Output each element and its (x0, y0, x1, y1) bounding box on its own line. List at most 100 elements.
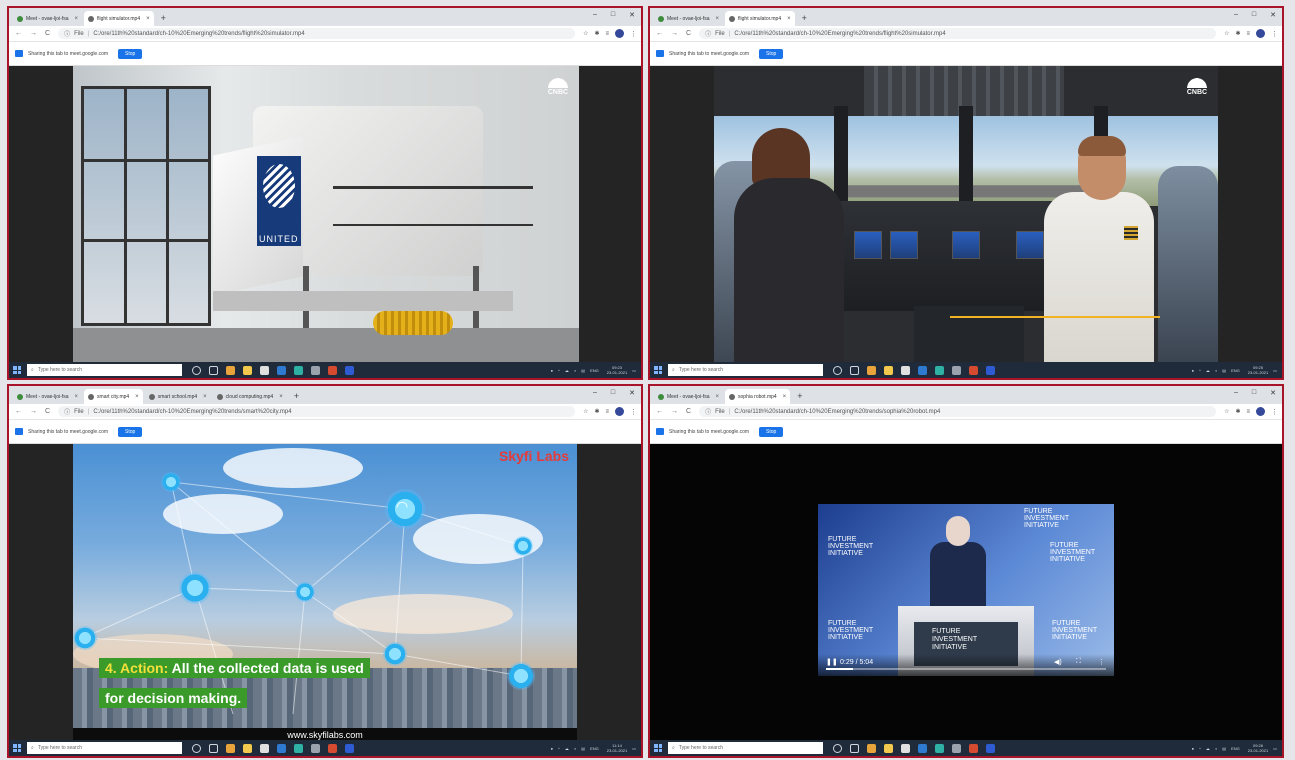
url-field[interactable]: ⓘ File | C:/ore/11th%20standard/ch-10%20Eme… (58, 406, 576, 417)
url-field[interactable]: ⓘ File | C:/ore/11th%20standard/ch-10%20Eme… (699, 406, 1217, 417)
taskbar-clock[interactable]: 09:23 23-01-2021 (607, 365, 627, 375)
store-icon[interactable] (901, 365, 910, 375)
file-explorer-icon[interactable] (884, 743, 893, 753)
file-explorer-icon[interactable] (884, 365, 893, 375)
chrome-icon[interactable] (226, 365, 235, 375)
mail-icon[interactable] (277, 743, 286, 753)
maximize-icon[interactable]: □ (611, 389, 615, 397)
mail-icon[interactable] (277, 365, 286, 375)
menu-kebab-icon[interactable]: ⋮ (1271, 30, 1278, 38)
minimize-icon[interactable]: – (593, 389, 597, 397)
forward-icon[interactable]: → (671, 408, 678, 415)
url-field[interactable]: ⓘ File | C:/ore/11th%20standard/ch-10%20Eme… (58, 28, 576, 39)
volume-icon[interactable]: ◖ (574, 746, 576, 751)
tab-flight-simulator[interactable]: flight simulator.mp4 × (84, 11, 154, 26)
close-icon[interactable]: × (146, 16, 150, 22)
video-frame-cockpit[interactable]: CNBC (714, 66, 1218, 364)
task-view-icon[interactable] (850, 365, 859, 375)
media-icon[interactable]: ≡ (1246, 409, 1250, 415)
window-close-icon[interactable]: ✕ (1270, 11, 1276, 19)
tab-meet[interactable]: Meet - ovae-ljoi-fsa × (654, 389, 723, 404)
cloud-icon[interactable]: ☁ (565, 368, 569, 373)
file-explorer-icon[interactable] (243, 365, 252, 375)
tab-smart-school[interactable]: smart school.mp4 × (145, 389, 211, 404)
chevron-up-icon[interactable]: ^ (558, 368, 560, 373)
reload-icon[interactable]: C (45, 408, 50, 415)
task-view-icon[interactable] (209, 365, 218, 375)
bookmark-star-icon[interactable]: ☆ (583, 30, 588, 37)
tab-flight-simulator[interactable]: flight simulator.mp4 × (725, 11, 795, 26)
new-tab-button[interactable]: + (289, 389, 304, 404)
reload-icon[interactable]: C (45, 30, 50, 37)
forward-icon[interactable]: → (30, 408, 37, 415)
mail-icon[interactable] (918, 743, 927, 753)
url-field[interactable]: ⓘ File | C:/ore/11th%20standard/ch-10%20Eme… (699, 28, 1217, 39)
close-icon[interactable]: × (135, 394, 139, 400)
avatar[interactable] (1256, 407, 1265, 416)
windows-start-icon[interactable] (654, 366, 662, 374)
edge-icon[interactable] (935, 365, 944, 375)
tab-sophia-robot[interactable]: sophia robot.mp4 × (725, 389, 791, 404)
people-icon[interactable]: ● (1192, 368, 1194, 373)
media-icon[interactable]: ≡ (605, 31, 609, 37)
minimize-icon[interactable]: – (593, 11, 597, 19)
new-tab-button[interactable]: + (156, 11, 171, 26)
menu-kebab-icon[interactable]: ⋮ (630, 30, 637, 38)
menu-kebab-icon[interactable]: ⋮ (1271, 408, 1278, 416)
edge-icon[interactable] (935, 743, 944, 753)
notifications-icon[interactable]: ▭ (632, 368, 636, 373)
extensions-icon[interactable]: ✱ (594, 30, 599, 37)
taskbar-search-input[interactable]: ⌕ Type here to search (668, 364, 823, 376)
avatar[interactable] (615, 29, 624, 38)
taskbar-search-input[interactable]: ⌕ Type here to search (668, 742, 823, 754)
store-icon[interactable] (901, 743, 910, 753)
tab-meet[interactable]: Meet - ovae-ljoi-fsa × (13, 11, 82, 26)
task-view-icon[interactable] (850, 743, 859, 753)
network-icon[interactable]: ▤ (1222, 746, 1226, 751)
media-icon[interactable]: ≡ (605, 409, 609, 415)
app-icon[interactable] (986, 365, 995, 375)
tab-cloud-computing[interactable]: cloud computing.mp4 × (213, 389, 287, 404)
task-view-icon[interactable] (209, 743, 218, 753)
more-options-icon[interactable]: ⋮ (1098, 658, 1105, 666)
lang-indicator[interactable]: ENG (1231, 368, 1240, 373)
back-icon[interactable]: ← (656, 408, 663, 415)
volume-icon[interactable]: ◖ (1215, 746, 1217, 751)
windows-start-icon[interactable] (654, 744, 662, 752)
cloud-icon[interactable]: ☁ (1206, 746, 1210, 751)
windows-start-icon[interactable] (13, 744, 21, 752)
store-icon[interactable] (260, 743, 269, 753)
video-player-sophia[interactable]: FUTURE INVESTMENT INITIATIVE FUTURE INVESTM… (818, 504, 1114, 676)
minimize-icon[interactable]: – (1234, 11, 1238, 19)
window-close-icon[interactable]: ✕ (629, 389, 635, 397)
app-icon[interactable] (328, 743, 337, 753)
video-area[interactable]: CNBC (650, 66, 1282, 364)
tab-meet[interactable]: Meet - ovae-ljoi-fsa × (13, 389, 82, 404)
cortana-icon[interactable] (192, 743, 201, 753)
network-icon[interactable]: ▤ (581, 368, 585, 373)
app-icon[interactable] (328, 365, 337, 375)
taskbar-clock[interactable]: 11:14 23-01-2021 (607, 743, 627, 753)
maximize-icon[interactable]: □ (1252, 389, 1256, 397)
notifications-icon[interactable]: ▭ (632, 746, 636, 751)
close-icon[interactable]: × (783, 394, 787, 400)
forward-icon[interactable]: → (671, 30, 678, 37)
lang-indicator[interactable]: ENG (1231, 746, 1240, 751)
back-icon[interactable]: ← (15, 408, 22, 415)
avatar[interactable] (615, 407, 624, 416)
fullscreen-icon[interactable]: ⛶ (1076, 658, 1081, 666)
people-icon[interactable]: ● (1192, 746, 1194, 751)
taskbar-search-input[interactable]: ⌕ Type here to search (27, 364, 182, 376)
cortana-icon[interactable] (833, 365, 842, 375)
people-icon[interactable]: ● (551, 746, 553, 751)
avatar[interactable] (1256, 29, 1265, 38)
close-icon[interactable]: × (279, 394, 283, 400)
maximize-icon[interactable]: □ (611, 11, 615, 19)
menu-kebab-icon[interactable]: ⋮ (630, 408, 637, 416)
close-icon[interactable]: × (75, 16, 79, 22)
bookmark-star-icon[interactable]: ☆ (1224, 30, 1229, 37)
cortana-icon[interactable] (192, 365, 201, 375)
chrome-icon[interactable] (867, 743, 876, 753)
chrome-icon[interactable] (226, 743, 235, 753)
lang-indicator[interactable]: ENG (590, 746, 599, 751)
